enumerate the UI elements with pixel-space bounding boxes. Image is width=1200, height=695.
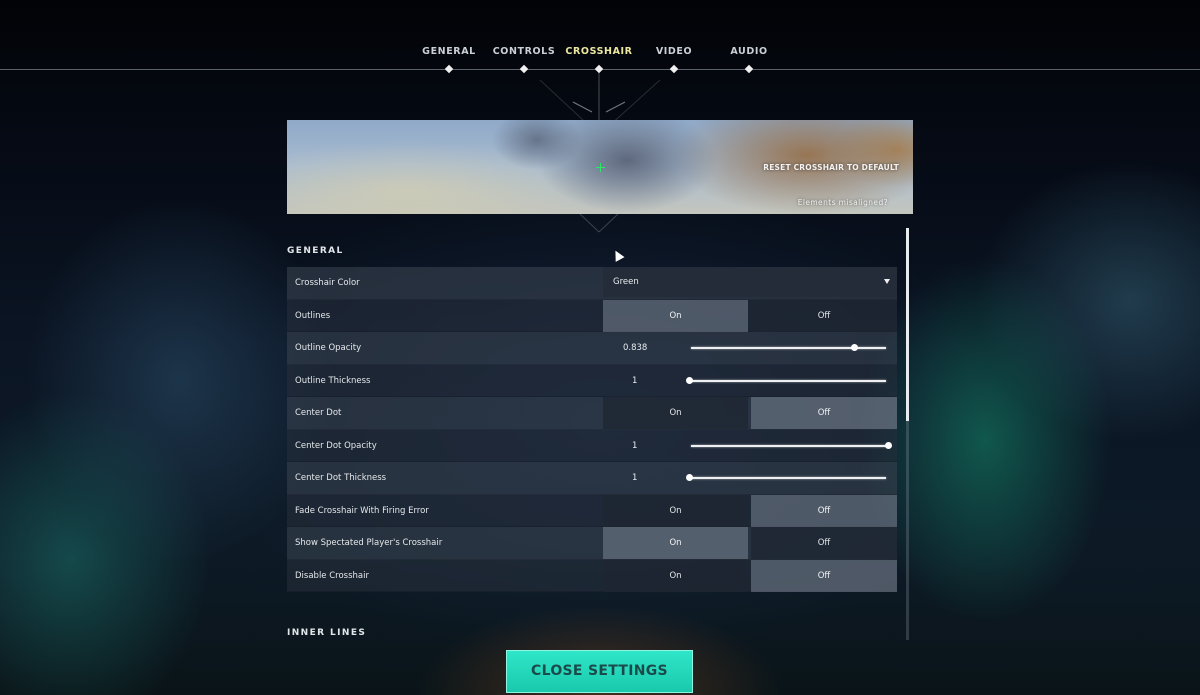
- settings-scrollbar[interactable]: [906, 228, 909, 640]
- outlines-off-button[interactable]: Off: [751, 299, 897, 332]
- center-dot-thickness-slider[interactable]: [685, 474, 886, 481]
- setting-row-outline-opacity: Outline Opacity 0.838: [287, 332, 897, 365]
- setting-control: 1: [603, 365, 897, 397]
- outlines-on-button[interactable]: On: [603, 299, 748, 332]
- setting-row-outlines: Outlines On Off: [287, 299, 897, 332]
- slider-thumb[interactable]: [685, 376, 693, 384]
- center-dot-opacity-slider[interactable]: [691, 441, 892, 449]
- center-dot-off-button[interactable]: Off: [751, 397, 897, 429]
- slider-thumb[interactable]: [884, 441, 892, 449]
- setting-row-fade-crosshair: Fade Crosshair With Firing Error On Off: [287, 494, 897, 527]
- slider-value: 0.838: [623, 343, 648, 353]
- fade-crosshair-on-button[interactable]: On: [603, 494, 748, 527]
- show-spectated-on-button[interactable]: On: [603, 527, 748, 559]
- mouse-cursor-icon: [611, 248, 625, 262]
- setting-label: Center Dot: [295, 408, 342, 418]
- setting-control: Green: [603, 267, 897, 299]
- setting-label: Crosshair Color: [295, 278, 360, 288]
- outline-thickness-slider[interactable]: [685, 376, 886, 384]
- top-nav: GENERAL CONTROLS CROSSHAIR VIDEO AUDIO: [0, 0, 1200, 80]
- show-spectated-off-button[interactable]: Off: [751, 527, 897, 559]
- disable-crosshair-off-button[interactable]: Off: [751, 559, 897, 592]
- setting-label: Disable Crosshair: [295, 570, 369, 581]
- setting-row-show-spectated: Show Spectated Player's Crosshair On Off: [287, 527, 897, 560]
- setting-control: On Off: [603, 559, 897, 592]
- slider-value: 1: [632, 375, 638, 386]
- setting-row-crosshair-color: Crosshair Color Green: [287, 267, 897, 300]
- tab-marker: [519, 64, 529, 74]
- crosshair-preview-banner: RESET CROSSHAIR TO DEFAULT Elements misa…: [287, 120, 913, 214]
- setting-label: Center Dot Opacity: [295, 440, 377, 451]
- close-settings-button[interactable]: CLOSE SETTINGS: [506, 650, 693, 693]
- setting-control: On Off: [603, 494, 897, 527]
- slider-thumb[interactable]: [685, 474, 693, 481]
- scrollbar-thumb[interactable]: [906, 228, 909, 421]
- setting-control: On Off: [603, 397, 897, 429]
- crosshair-preview-icon: [596, 163, 605, 172]
- reset-crosshair-button[interactable]: RESET CROSSHAIR TO DEFAULT: [763, 163, 899, 172]
- setting-control: 0.838: [603, 332, 897, 364]
- slider-thumb[interactable]: [850, 344, 858, 351]
- section-title-inner-lines: INNER LINES: [287, 628, 367, 638]
- setting-label: Center Dot Thickness: [295, 473, 387, 483]
- settings-list: Crosshair Color Green Outlines On Off Ou…: [287, 267, 897, 592]
- crosshair-color-dropdown[interactable]: Green: [603, 267, 897, 297]
- setting-control: 1: [603, 430, 897, 462]
- slider-value: 1: [632, 440, 638, 451]
- disable-crosshair-on-button[interactable]: On: [603, 559, 748, 592]
- setting-control: On Off: [603, 527, 897, 559]
- slider-value: 1: [632, 473, 638, 483]
- setting-control: On Off: [603, 299, 897, 332]
- setting-row-center-dot-opacity: Center Dot Opacity 1: [287, 429, 897, 462]
- elements-misaligned-link[interactable]: Elements misaligned?: [798, 198, 888, 207]
- tab-marker: [594, 64, 604, 74]
- setting-label: Outline Thickness: [295, 375, 371, 386]
- setting-label: Fade Crosshair With Firing Error: [295, 505, 429, 516]
- setting-row-center-dot: Center Dot On Off: [287, 397, 897, 430]
- setting-control: 1: [603, 462, 897, 494]
- fade-crosshair-off-button[interactable]: Off: [751, 494, 897, 527]
- setting-label: Show Spectated Player's Crosshair: [295, 538, 443, 548]
- setting-row-center-dot-thickness: Center Dot Thickness 1: [287, 462, 897, 495]
- setting-row-disable-crosshair: Disable Crosshair On Off: [287, 559, 897, 592]
- center-dot-on-button[interactable]: On: [603, 397, 748, 429]
- setting-row-outline-thickness: Outline Thickness 1: [287, 364, 897, 397]
- tab-audio[interactable]: AUDIO: [699, 46, 799, 57]
- section-title-general: GENERAL: [287, 246, 344, 256]
- outline-opacity-slider[interactable]: [691, 344, 886, 351]
- caret-down-icon: [884, 279, 890, 284]
- tab-marker: [744, 64, 754, 74]
- setting-label: Outline Opacity: [295, 343, 362, 353]
- dropdown-value: Green: [613, 277, 639, 287]
- tab-marker: [444, 64, 454, 74]
- setting-label: Outlines: [295, 310, 331, 321]
- tab-marker: [669, 64, 679, 74]
